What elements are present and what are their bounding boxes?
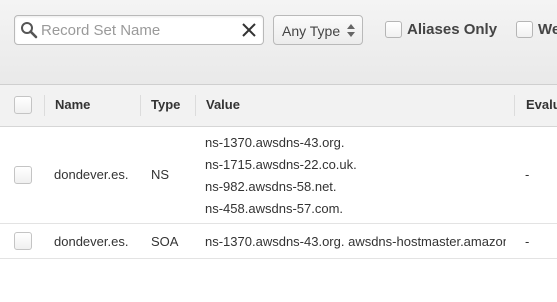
record-name: dondever.es. bbox=[54, 234, 129, 249]
record-evaluate: - bbox=[525, 167, 530, 182]
type-filter-select[interactable]: Any Type bbox=[273, 15, 363, 45]
aliases-only-label[interactable]: Aliases Only bbox=[407, 21, 497, 38]
aliases-only-checkbox[interactable] bbox=[385, 21, 402, 38]
record-type: SOA bbox=[151, 234, 179, 249]
record-value-list: ns-1370.awsdns-43.org. ns-1715.awsdns-22… bbox=[205, 135, 510, 219]
table-row[interactable]: dondever.es. NS ns-1370.awsdns-43.org. n… bbox=[0, 127, 557, 224]
column-header-evaluate[interactable]: Evalu bbox=[526, 97, 557, 112]
record-evaluate: - bbox=[525, 234, 530, 249]
search-input[interactable] bbox=[41, 20, 237, 40]
search-box[interactable] bbox=[14, 15, 264, 45]
record-set-toolbar: Any Type Aliases Only We bbox=[0, 0, 557, 85]
column-divider bbox=[140, 95, 141, 116]
record-type: NS bbox=[151, 167, 170, 182]
row-checkbox[interactable] bbox=[14, 166, 32, 184]
weighted-label[interactable]: We bbox=[538, 21, 557, 38]
column-divider bbox=[195, 95, 196, 116]
record-value: ns-458.awsdns-57.com. bbox=[205, 201, 344, 216]
column-header-value[interactable]: Value bbox=[206, 97, 240, 112]
column-divider bbox=[44, 95, 45, 116]
column-header-name[interactable]: Name bbox=[55, 97, 90, 112]
record-value: ns-1370.awsdns-43.org. bbox=[205, 135, 345, 150]
record-name: dondever.es. bbox=[54, 167, 129, 182]
record-value: ns-982.awsdns-58.net. bbox=[205, 179, 337, 194]
close-icon[interactable] bbox=[241, 22, 257, 38]
weighted-checkbox[interactable] bbox=[516, 21, 533, 38]
record-value: ns-1715.awsdns-22.co.uk. bbox=[205, 157, 357, 172]
type-filter-value: Any Type bbox=[282, 23, 341, 39]
record-value-list: ns-1370.awsdns-43.org. awsdns-hostmaster… bbox=[205, 234, 506, 250]
search-icon bbox=[21, 22, 38, 39]
up-down-arrows-icon bbox=[347, 24, 355, 37]
table-header: Name Type Value Evalu bbox=[0, 85, 557, 127]
table-row[interactable]: dondever.es. SOA ns-1370.awsdns-43.org. … bbox=[0, 224, 557, 259]
select-all-checkbox[interactable] bbox=[14, 96, 32, 114]
column-header-type[interactable]: Type bbox=[151, 97, 180, 112]
column-divider bbox=[514, 95, 515, 116]
record-value: ns-1370.awsdns-43.org. awsdns-hostmaster… bbox=[205, 234, 506, 249]
row-checkbox[interactable] bbox=[14, 232, 32, 250]
